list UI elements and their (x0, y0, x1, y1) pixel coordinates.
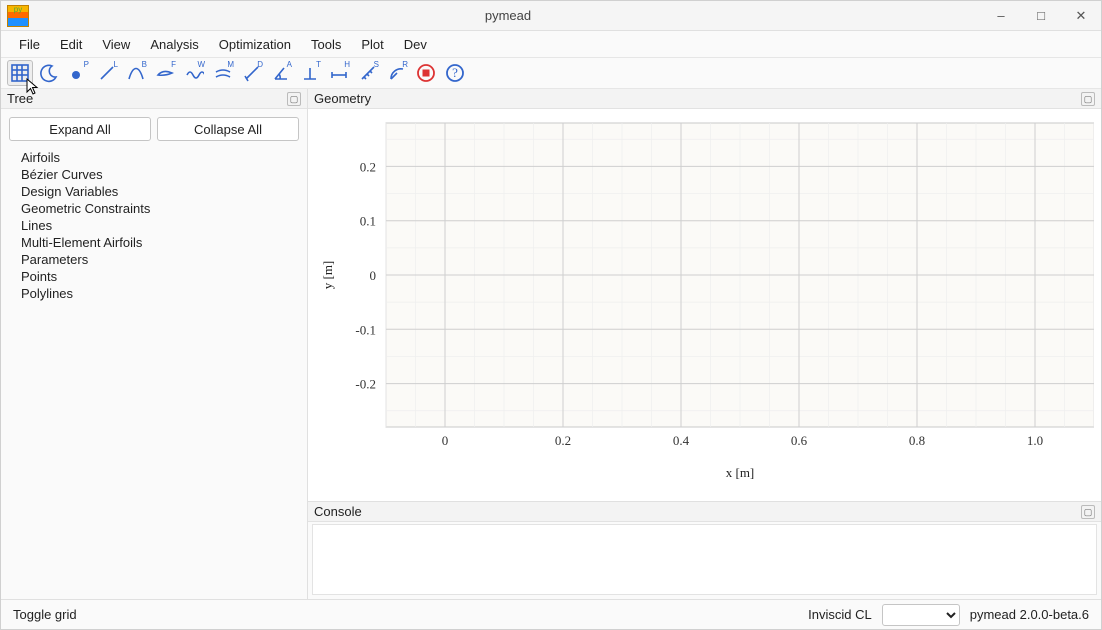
menu-optimization[interactable]: Optimization (211, 34, 299, 55)
help-button[interactable]: ? (442, 60, 468, 86)
tool-letter: B (142, 60, 147, 69)
menu-view[interactable]: View (94, 34, 138, 55)
horiz-tool-button[interactable]: H (326, 60, 352, 86)
tree-item[interactable]: Parameters (21, 251, 287, 268)
version-label: pymead 2.0.0-beta.6 (970, 607, 1089, 622)
maximize-button[interactable]: □ (1021, 1, 1061, 31)
grid-icon (10, 63, 30, 83)
svg-text:1.0: 1.0 (1027, 433, 1043, 448)
statusbar: Toggle grid Inviscid CL pymead 2.0.0-bet… (1, 599, 1101, 629)
menu-file[interactable]: File (11, 34, 48, 55)
menu-plot[interactable]: Plot (353, 34, 391, 55)
svg-text:-0.1: -0.1 (355, 322, 376, 337)
tool-letter: F (171, 60, 176, 69)
angle-tool-button[interactable]: A (268, 60, 294, 86)
svg-text:-0.2: -0.2 (355, 377, 376, 392)
radius-tool-button[interactable]: R (384, 60, 410, 86)
tree-item[interactable]: Airfoils (21, 149, 287, 166)
tree-title: Tree (7, 91, 33, 106)
help-icon: ? (445, 63, 465, 83)
collapse-all-button[interactable]: Collapse All (157, 117, 299, 141)
close-button[interactable]: ✕ (1061, 1, 1101, 31)
tree-item[interactable]: Multi-Element Airfoils (21, 234, 287, 251)
console-title: Console (314, 504, 362, 519)
geometry-title: Geometry (314, 91, 371, 106)
grid-toggle-button[interactable] (7, 60, 33, 86)
plot-area[interactable]: 0 0.2 0.4 0.6 0.8 1.0 -0.2 -0.1 0 0.1 0.2 x [m] y [m… (308, 109, 1101, 501)
app-icon: py (7, 5, 29, 27)
toolbar: P L B F W M D A T H S R (1, 57, 1101, 89)
plot-canvas[interactable]: 0 0.2 0.4 0.6 0.8 1.0 -0.2 -0.1 0 0.1 0.2 x [m] y [m… (314, 115, 1094, 485)
tree-item[interactable]: Geometric Constraints (21, 200, 287, 217)
theme-toggle-button[interactable] (36, 60, 62, 86)
tool-letter: A (287, 60, 292, 69)
expand-all-button[interactable]: Expand All (9, 117, 151, 141)
tree-pane: Tree ▢ Expand All Collapse All AirfoilsB… (1, 89, 308, 599)
svg-text:0: 0 (370, 268, 377, 283)
tool-letter: R (402, 60, 408, 69)
geometry-close-icon[interactable]: ▢ (1081, 92, 1095, 106)
svg-text:0.6: 0.6 (791, 433, 808, 448)
tool-letter: P (84, 60, 89, 69)
measure-tool-button[interactable]: S (355, 60, 381, 86)
tool-letter: W (197, 60, 205, 69)
svg-text:0.2: 0.2 (555, 433, 571, 448)
main-area: Tree ▢ Expand All Collapse All AirfoilsB… (1, 89, 1101, 599)
svg-text:0.4: 0.4 (673, 433, 690, 448)
tree-item[interactable]: Bézier Curves (21, 166, 287, 183)
right-pane: Geometry ▢ 00.20.40.60.81.0-0.2-0.100.10… (308, 89, 1101, 599)
window-title: pymead (35, 8, 981, 23)
svg-text:y [m]: y [m] (320, 261, 335, 290)
tool-letter: T (316, 60, 321, 69)
dimension-tool-button[interactable]: D (239, 60, 265, 86)
tree-list[interactable]: AirfoilsBézier CurvesDesign VariablesGeo… (1, 145, 307, 306)
svg-text:0.2: 0.2 (360, 159, 376, 174)
tree-close-icon[interactable]: ▢ (287, 92, 301, 106)
svg-text:0: 0 (442, 433, 449, 448)
tree-item[interactable]: Points (21, 268, 287, 285)
svg-text:?: ? (452, 65, 458, 80)
wavy-tool-button[interactable]: W (181, 60, 207, 86)
tool-letter: H (344, 60, 350, 69)
tool-letter: L (114, 60, 118, 69)
tool-letter: S (374, 60, 379, 69)
menubar: File Edit View Analysis Optimization Too… (1, 31, 1101, 57)
console-close-icon[interactable]: ▢ (1081, 505, 1095, 519)
line-tool-button[interactable]: L (94, 60, 120, 86)
cl-label: Inviscid CL (808, 607, 872, 622)
status-hint: Toggle grid (13, 607, 77, 622)
tool-letter: M (227, 60, 234, 69)
console-output[interactable] (312, 524, 1097, 595)
tree-item[interactable]: Polylines (21, 285, 287, 302)
cl-combo[interactable] (882, 604, 960, 626)
tool-letter: D (257, 60, 263, 69)
perp-tool-button[interactable]: T (297, 60, 323, 86)
tree-item[interactable]: Design Variables (21, 183, 287, 200)
menu-analysis[interactable]: Analysis (142, 34, 206, 55)
stop-icon (416, 63, 436, 83)
moon-icon (39, 63, 59, 83)
stop-button[interactable] (413, 60, 439, 86)
svg-text:x [m]: x [m] (726, 465, 755, 480)
minimize-button[interactable]: – (981, 1, 1021, 31)
bezier-tool-button[interactable]: B (123, 60, 149, 86)
titlebar: py pymead – □ ✕ (1, 1, 1101, 31)
menu-tools[interactable]: Tools (303, 34, 349, 55)
point-tool-button[interactable]: P (65, 60, 91, 86)
svg-text:0.8: 0.8 (909, 433, 925, 448)
tree-item[interactable]: Lines (21, 217, 287, 234)
menu-dev[interactable]: Dev (396, 34, 435, 55)
menu-edit[interactable]: Edit (52, 34, 90, 55)
svg-text:0.1: 0.1 (360, 214, 376, 229)
multi-tool-button[interactable]: M (210, 60, 236, 86)
airfoil-tool-button[interactable]: F (152, 60, 178, 86)
